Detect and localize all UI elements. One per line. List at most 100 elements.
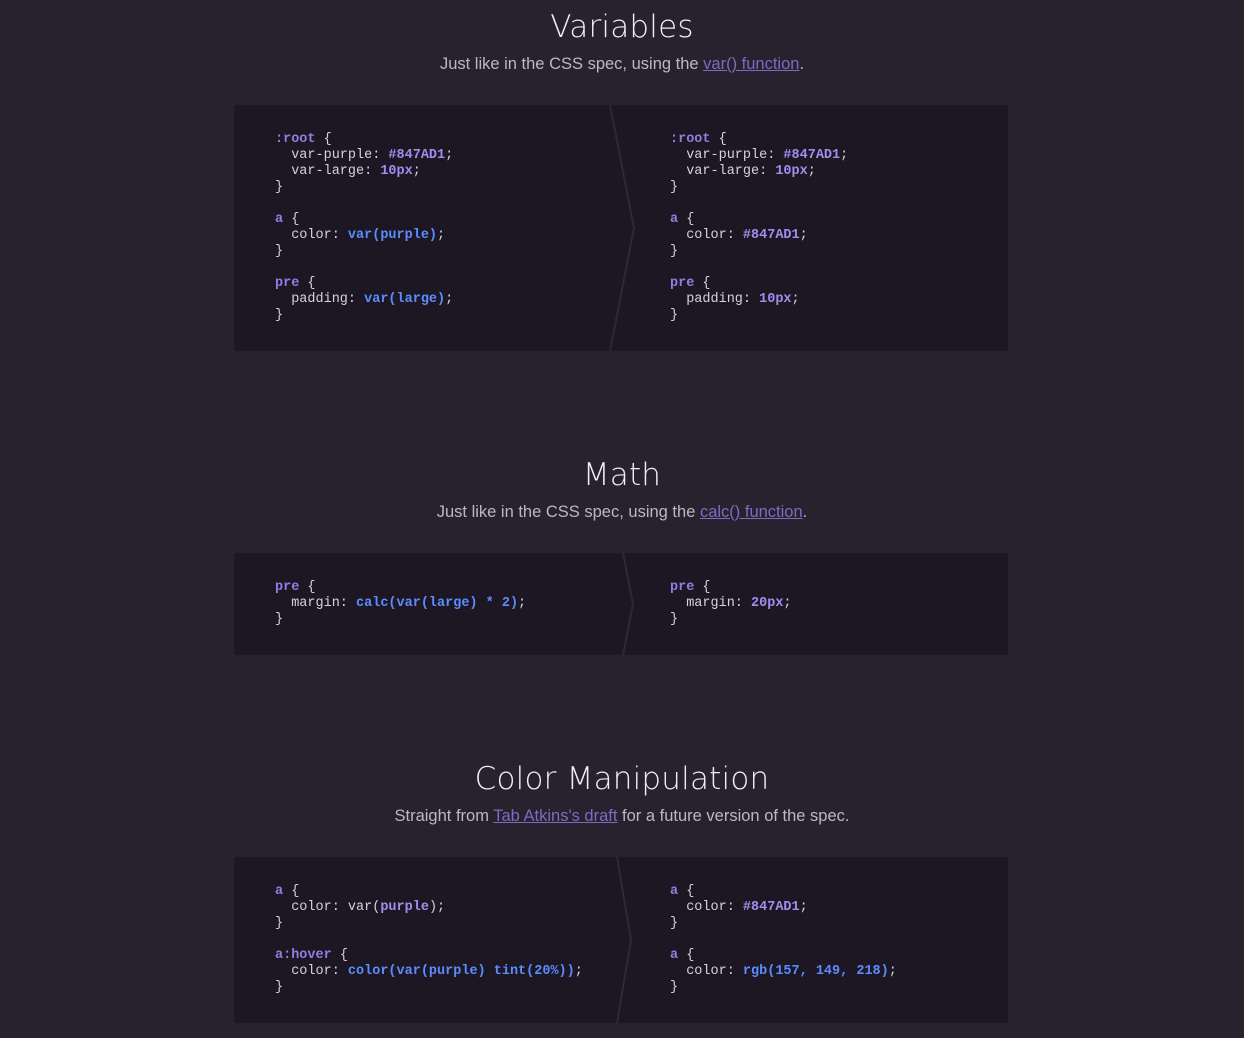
code-line: pre { <box>275 580 316 595</box>
tab-atkins-draft-link[interactable]: Tab Atkins's draft <box>493 807 617 825</box>
code-token: var-large: <box>275 164 381 179</box>
code-token: ; <box>574 964 583 979</box>
math-subtitle-end: . <box>802 503 808 521</box>
math-title: Math <box>582 457 662 493</box>
code-token: ; <box>888 964 897 979</box>
code-token: ; <box>518 596 527 611</box>
code-token: ); <box>428 900 446 915</box>
variables-code-panel: :root { var-purple: #847AD1; var-large: … <box>234 105 1008 351</box>
code-line: } <box>275 612 283 627</box>
code-line: color: #847AD1; <box>670 900 808 915</box>
code-line: var-large: 10px; <box>670 164 816 179</box>
code-token: pre <box>670 276 695 291</box>
code-line: pre { <box>670 276 711 291</box>
code-token: { <box>299 580 316 595</box>
code-token: } <box>275 244 284 259</box>
var-function-link[interactable]: var() function <box>703 55 799 73</box>
code-token: a <box>275 884 284 899</box>
code-token: } <box>275 308 284 323</box>
color-subtitle-end: for a future version of the spec. <box>617 807 850 825</box>
math-subtitle: Just like in the CSS spec, using the cal… <box>0 501 1244 523</box>
code-token: ; <box>799 900 808 915</box>
code-line: } <box>275 180 283 195</box>
math-output-code: pre { margin: 20px; } <box>670 580 792 628</box>
code-token: pre <box>275 276 300 291</box>
color-subtitle-text: Straight from <box>394 807 494 825</box>
code-line: margin: calc(var(large) * 2); <box>275 596 526 611</box>
code-token: color(var(purple) tint(20%)) <box>347 964 575 979</box>
variables-subtitle: Just like in the CSS spec, using the var… <box>0 53 1244 75</box>
code-line: pre { <box>275 276 316 291</box>
code-line: a { <box>670 884 694 899</box>
code-line: } <box>670 244 678 259</box>
calc-function-link[interactable]: calc() function <box>700 503 803 521</box>
code-token: ; <box>791 292 800 307</box>
code-token: margin: <box>670 596 752 611</box>
color-subtitle: Straight from Tab Atkins's draft for a f… <box>0 805 1244 827</box>
code-token: calc(var(large) * 2) <box>356 596 519 611</box>
variables-title: Variables <box>550 9 694 45</box>
code-token: color: <box>275 964 348 979</box>
code-line: :root { <box>670 132 727 147</box>
code-token: color: <box>670 900 743 915</box>
code-token: #847AD1 <box>742 228 800 243</box>
code-token: var-purple: <box>670 148 784 163</box>
code-line: :root { <box>275 132 332 147</box>
code-line: a { <box>670 948 694 963</box>
code-token: color: <box>670 964 743 979</box>
code-token: } <box>275 180 284 195</box>
code-token: margin: <box>275 596 357 611</box>
code-token: { <box>678 948 695 963</box>
code-line: color: rgb(157, 149, 218); <box>670 964 897 979</box>
code-token: 10px <box>380 164 413 179</box>
code-token: ; <box>412 164 421 179</box>
color-output-code: a { color: #847AD1; } a { color: rgb(157… <box>670 884 897 996</box>
code-line: } <box>670 916 678 931</box>
code-line: } <box>670 180 678 195</box>
color-divider <box>616 857 633 1023</box>
code-line: padding: 10px; <box>670 292 800 307</box>
code-token: 10px <box>759 292 792 307</box>
code-token: { <box>283 884 300 899</box>
variables-divider <box>609 105 636 351</box>
code-token: :root <box>275 132 316 147</box>
code-token: ; <box>437 228 446 243</box>
code-line: margin: 20px; <box>670 596 792 611</box>
code-token: ; <box>807 164 816 179</box>
code-token: pre <box>275 580 300 595</box>
color-source-code: a { color: var(purple); } a:hover { colo… <box>275 884 583 996</box>
code-token: { <box>694 580 711 595</box>
code-token: color: var( <box>275 900 381 915</box>
code-line: } <box>275 244 283 259</box>
code-line: } <box>275 916 283 931</box>
code-token: } <box>670 980 679 995</box>
code-token: pre <box>670 580 695 595</box>
code-token: } <box>670 308 679 323</box>
code-line: var-large: 10px; <box>275 164 421 179</box>
code-token: ; <box>783 596 792 611</box>
code-token: } <box>275 916 284 931</box>
code-line: } <box>275 980 283 995</box>
code-line: a:hover { <box>275 948 348 963</box>
color-title: Color Manipulation <box>474 761 770 797</box>
code-token: a <box>670 948 679 963</box>
code-line: } <box>275 308 283 323</box>
code-token: ; <box>799 228 808 243</box>
code-token: :root <box>670 132 711 147</box>
code-token: #847AD1 <box>783 148 841 163</box>
math-divider <box>622 553 635 655</box>
code-line: a { <box>275 212 299 227</box>
code-token: padding: <box>670 292 760 307</box>
code-token: ; <box>840 148 849 163</box>
code-token: color: <box>275 228 348 243</box>
code-line: padding: var(large); <box>275 292 453 307</box>
code-token: ; <box>445 148 454 163</box>
code-token: { <box>710 132 727 147</box>
variables-source-code: :root { var-purple: #847AD1; var-large: … <box>275 132 453 324</box>
math-source-code: pre { margin: calc(var(large) * 2); } <box>275 580 526 628</box>
code-token: 20px <box>751 596 784 611</box>
code-token: purple <box>380 900 429 915</box>
code-token: } <box>275 980 284 995</box>
code-token: var-large: <box>670 164 776 179</box>
variables-subtitle-end: . <box>799 55 805 73</box>
